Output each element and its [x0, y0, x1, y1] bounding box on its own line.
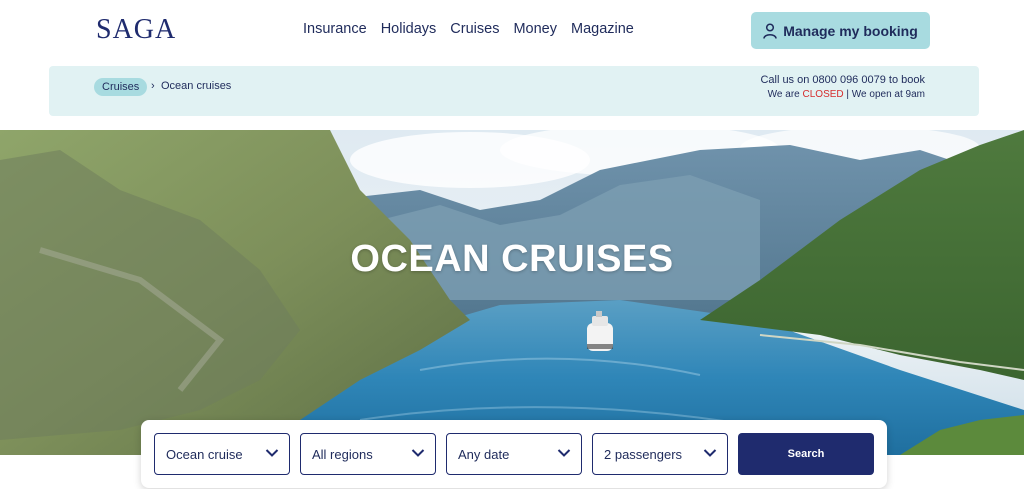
breadcrumb-current: Ocean cruises [161, 80, 232, 92]
nav-holidays[interactable]: Holidays [381, 21, 437, 37]
chevron-down-icon [557, 449, 571, 457]
person-icon [763, 22, 777, 39]
cruise-type-select[interactable]: Ocean cruise [154, 433, 290, 475]
date-select[interactable]: Any date [446, 433, 582, 475]
site-header: SAGA Insurance Holidays Cruises Money Ma… [0, 0, 1024, 60]
cruise-search-panel: Ocean cruise All regions Any date 2 pass… [141, 420, 887, 488]
fjord-hero-image [0, 130, 1024, 455]
nav-cruises[interactable]: Cruises [450, 21, 499, 37]
hero-title: OCEAN CRUISES [350, 238, 674, 280]
passengers-value: 2 passengers [604, 447, 683, 462]
hero-banner: OCEAN CRUISES [0, 130, 1024, 455]
call-suffix: to book [888, 74, 925, 86]
phone-number-link[interactable]: 0800 096 0079 [812, 74, 885, 86]
breadcrumb: Cruises › Ocean cruises Call us on 0800 … [49, 66, 979, 116]
chevron-down-icon [703, 449, 717, 457]
status-badge: CLOSED [802, 89, 844, 100]
cruise-type-value: Ocean cruise [166, 447, 243, 462]
call-to-book: Call us on 0800 096 0079 to book [760, 74, 925, 86]
search-button[interactable]: Search [738, 433, 874, 475]
opening-hours: | We open at 9am [846, 89, 925, 100]
region-value: All regions [312, 447, 373, 462]
saga-logo[interactable]: SAGA [96, 14, 176, 46]
nav-insurance[interactable]: Insurance [303, 21, 367, 37]
manage-booking-label: Manage my booking [783, 22, 918, 39]
region-select[interactable]: All regions [300, 433, 436, 475]
breadcrumb-cruises-link[interactable]: Cruises [94, 78, 148, 96]
breadcrumb-chevron-icon: › [151, 80, 155, 92]
chevron-down-icon [411, 449, 425, 457]
call-prefix: Call us on [760, 74, 810, 86]
main-nav: Insurance Holidays Cruises Money Magazin… [303, 21, 634, 37]
opening-status: We are CLOSED | We open at 9am [768, 89, 925, 100]
date-value: Any date [458, 447, 510, 462]
chevron-down-icon [265, 449, 279, 457]
nav-magazine[interactable]: Magazine [571, 21, 634, 37]
passengers-select[interactable]: 2 passengers [592, 433, 728, 475]
nav-money[interactable]: Money [513, 21, 557, 37]
status-prefix: We are [767, 89, 800, 100]
manage-booking-button[interactable]: Manage my booking [751, 12, 930, 49]
